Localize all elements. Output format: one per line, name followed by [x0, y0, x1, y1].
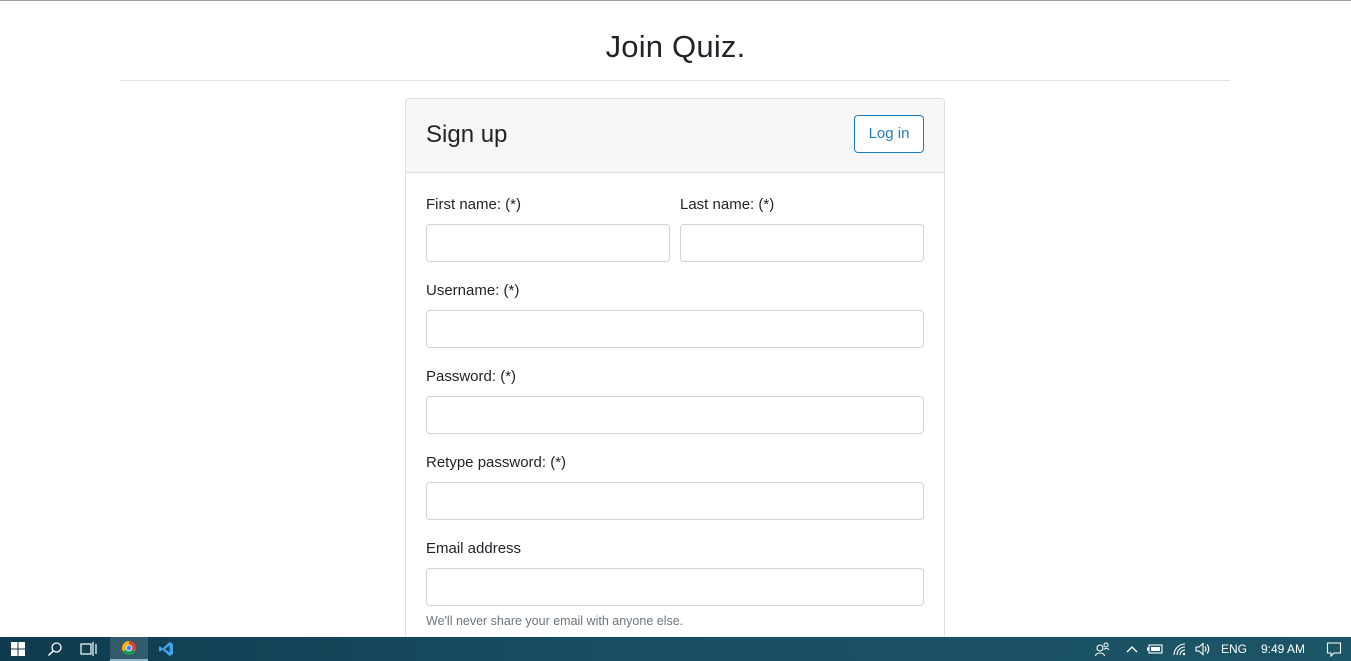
first-name-label: First name: (*)	[426, 196, 522, 213]
task-view-icon[interactable]	[72, 637, 106, 661]
clock[interactable]: 9:49 AM	[1261, 637, 1305, 661]
windows-start-icon[interactable]	[0, 637, 36, 661]
email-input[interactable]	[426, 568, 924, 606]
retype-password-label: Retype password: (*)	[426, 454, 567, 471]
browser-viewport: Join Quiz. Sign up Log in First name: (*…	[0, 0, 1351, 637]
windows-taskbar: ENG 9:49 AM	[0, 637, 1351, 661]
email-label: Email address	[426, 540, 522, 557]
username-input[interactable]	[426, 310, 924, 348]
chevron-up-icon[interactable]	[1122, 637, 1142, 661]
username-label: Username: (*)	[426, 282, 520, 299]
title-divider	[120, 80, 1230, 81]
volume-icon[interactable]	[1192, 637, 1214, 661]
last-name-input[interactable]	[680, 224, 924, 262]
password-input[interactable]	[426, 396, 924, 434]
first-name-input[interactable]	[426, 224, 670, 262]
notification-icon[interactable]	[1320, 637, 1348, 661]
people-icon[interactable]	[1090, 637, 1114, 661]
chrome-icon[interactable]	[110, 637, 148, 661]
card-header: Sign up Log in	[406, 99, 944, 173]
page-title: Join Quiz.	[605, 29, 746, 64]
card-title: Sign up	[426, 121, 508, 148]
language-indicator[interactable]: ENG	[1221, 637, 1247, 661]
search-icon[interactable]	[38, 637, 72, 661]
battery-icon[interactable]	[1144, 637, 1166, 661]
email-help-text: We'll never share your email with anyone…	[426, 614, 684, 628]
login-button[interactable]: Log in	[854, 115, 924, 153]
password-label: Password: (*)	[426, 368, 517, 385]
vscode-icon[interactable]	[148, 637, 184, 661]
wifi-icon[interactable]	[1168, 637, 1192, 661]
signup-card: Sign up Log in First name: (*) Last name…	[405, 98, 945, 637]
last-name-label: Last name: (*)	[680, 196, 775, 213]
retype-password-input[interactable]	[426, 482, 924, 520]
